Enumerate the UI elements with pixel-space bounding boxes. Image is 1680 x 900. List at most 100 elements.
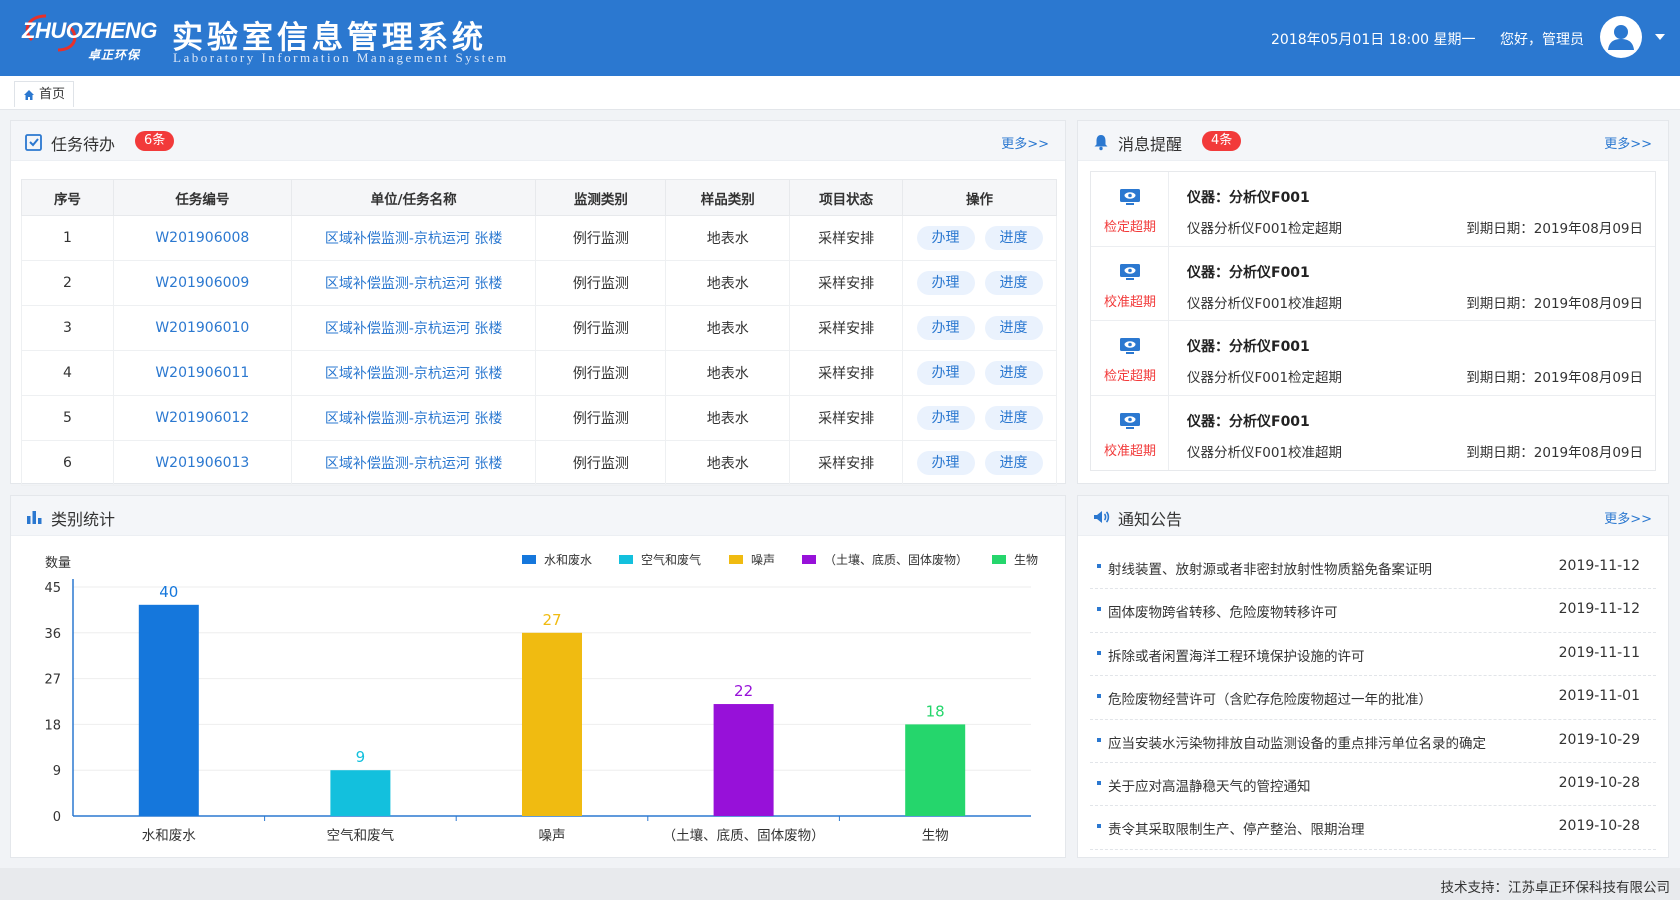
handle-button[interactable]: 办理 (916, 451, 975, 475)
bullet-icon (1097, 694, 1101, 699)
category-bar-chart: 0 9 18 27 36 45 数量 40 水和废水 9 空气和废气 27 噪声 22 （土壤、底质、固体废… (44, 552, 1038, 844)
handle-button[interactable]: 办理 (916, 361, 975, 385)
notice-item[interactable]: 应当安装水污染物排放自动监测设备的重点排污单位名录的确定 2019-10-29 (1090, 720, 1656, 763)
bullet-icon (1097, 564, 1101, 568)
handle-button[interactable]: 办理 (916, 406, 975, 430)
project-status: 采样安排 (789, 395, 904, 441)
task-name-link[interactable]: 区域补偿监测-京杭运河 张楼 (290, 260, 537, 306)
col-header: 序号 (21, 179, 114, 216)
message-description: 仪器分析仪F001校准超期 (1187, 295, 1343, 312)
legend-swatch (619, 555, 633, 564)
progress-button[interactable]: 进度 (984, 406, 1043, 430)
row-number: 3 (21, 305, 114, 351)
y-tick-label: 18 (44, 718, 61, 733)
message-title: 仪器：分析仪F001 (1187, 339, 1310, 355)
progress-button[interactable]: 进度 (984, 451, 1043, 475)
task-id-link[interactable]: W201906012 (112, 395, 292, 441)
messages-panel-header: 消息提醒 4条 更多>> (1078, 121, 1668, 161)
handle-button[interactable]: 办理 (916, 226, 975, 250)
x-tick-label: 生物 (922, 828, 949, 844)
monitor-eye-icon (1120, 189, 1140, 205)
sample-type: 地表水 (665, 305, 791, 351)
legend-swatch (522, 555, 536, 564)
task-name-link[interactable]: 区域补偿监测-京杭运河 张楼 (290, 350, 537, 396)
notices-panel: 通知公告 更多>> 射线装置、放射源或者非密封放射性物质豁免备案证明 2019-1… (1077, 495, 1669, 858)
legend-swatch (729, 555, 743, 564)
message-tag-cell: 校准超期 (1091, 395, 1169, 470)
task-name-link[interactable]: 区域补偿监测-京杭运河 张楼 (290, 305, 537, 351)
notices-more-link[interactable]: 更多>> (1604, 508, 1652, 527)
message-item[interactable]: 校准超期 仪器：分析仪F001 仪器分析仪F001校准超期 到期日期：2019年08月… (1091, 246, 1655, 321)
notice-title[interactable]: 固体废物跨省转移、危险废物转移许可 (1108, 601, 1338, 621)
notice-item[interactable]: 关于应对高温静稳天气的管控通知 2019-10-28 (1090, 763, 1656, 807)
top-header: ZHUOZHENG 卓正环保 实验室信息管理系统 Laboratory Info… (0, 0, 1680, 76)
message-title: 仪器：分析仪F001 (1187, 413, 1310, 430)
user-avatar[interactable] (1600, 16, 1642, 58)
monitor-eye-icon (1120, 263, 1140, 280)
table-row: 4 W201906011 区域补偿监测-京杭运河 张楼 例行监测 地表水 采样安排 办理 进度 (21, 350, 1057, 396)
notice-title[interactable]: 应当安装水污染物排放自动监测设备的重点排污单位名录的确定 (1108, 732, 1486, 752)
message-tag-cell: 检定超期 (1091, 172, 1169, 246)
monitor-eye-icon (1120, 338, 1140, 354)
bar-value-label: 40 (159, 583, 178, 601)
tasks-more-link[interactable]: 更多>> (1001, 133, 1049, 152)
tasks-panel: 任务待办 6条 更多>> 序号 任务编号 单位/任务名称 监测类别 样品类别 项… (10, 120, 1066, 486)
table-header-row: 序号 任务编号 单位/任务名称 监测类别 样品类别 项目状态 操作 (21, 179, 1057, 216)
message-item[interactable]: 检定超期 仪器：分析仪F001 仪器分析仪F001检定超期 到期日期：2019年08月… (1091, 321, 1655, 396)
notice-title[interactable]: 拆除或者闲置海洋工程环境保护设施的许可 (1108, 645, 1365, 665)
notice-item[interactable]: 危险废物经营许可（含贮存危险废物超过一年的批准） 2019-11-01 (1090, 676, 1656, 720)
row-actions: 办理 进度 (902, 440, 1057, 486)
progress-button[interactable]: 进度 (984, 226, 1043, 250)
handle-button[interactable]: 办理 (916, 271, 975, 295)
notice-title[interactable]: 关于应对高温静稳天气的管控通知 (1108, 775, 1311, 795)
progress-button[interactable]: 进度 (984, 271, 1043, 295)
brand-logo[interactable]: ZHUOZHENG 卓正环保 (18, 10, 157, 62)
y-tick-label: 45 (44, 581, 61, 596)
tab-home[interactable]: 首页 (14, 81, 75, 107)
row-number: 4 (21, 350, 114, 396)
col-header: 单位/任务名称 (290, 179, 537, 216)
legend-swatch (992, 555, 1006, 564)
messages-more-link[interactable]: 更多>> (1604, 133, 1652, 152)
task-id-link[interactable]: W201906008 (112, 215, 292, 261)
task-name-link[interactable]: 区域补偿监测-京杭运河 张楼 (290, 215, 537, 261)
task-id-link[interactable]: W201906013 (112, 440, 292, 486)
notice-item[interactable]: 固体废物跨省转移、危险废物转移许可 2019-11-12 (1090, 589, 1656, 633)
notice-item[interactable]: 射线装置、放射源或者非密封放射性物质豁免备案证明 2019-11-12 (1090, 546, 1656, 590)
task-id-link[interactable]: W201906011 (112, 350, 292, 396)
task-name-link[interactable]: 区域补偿监测-京杭运河 张楼 (290, 395, 537, 441)
message-item[interactable]: 校准超期 仪器：分析仪F001 仪器分析仪F001校准超期 到期日期：2019年08月… (1091, 395, 1655, 470)
notice-item[interactable]: 责令其采取限制生产、停产整治、限期治理 2019-10-28 (1090, 806, 1656, 850)
message-tag: 检定超期 (1103, 220, 1156, 235)
sample-type: 地表水 (665, 260, 791, 306)
message-item[interactable]: 检定超期 仪器：分析仪F001 仪器分析仪F001检定超期 到期日期：2019年08月… (1091, 172, 1655, 247)
user-icon (1608, 25, 1634, 50)
notice-list: 射线装置、放射源或者非密封放射性物质豁免备案证明 2019-11-12 固体废物跨省… (1090, 546, 1656, 850)
table-row: 1 W201906008 区域补偿监测-京杭运河 张楼 例行监测 地表水 采样安排 办理 进度 (21, 215, 1057, 261)
system-subtitle: Laboratory Information Management System (173, 50, 509, 65)
task-id-link[interactable]: W201906009 (112, 260, 292, 306)
task-id-link[interactable]: W201906010 (112, 305, 292, 351)
notice-title[interactable]: 责令其采取限制生产、停产整治、限期治理 (1108, 818, 1365, 838)
notice-item[interactable]: 拆除或者闲置海洋工程环境保护设施的许可 2019-11-11 (1090, 633, 1656, 677)
notices-title: 通知公告 (1118, 510, 1183, 529)
handle-button[interactable]: 办理 (916, 316, 975, 340)
progress-button[interactable]: 进度 (984, 316, 1043, 340)
notice-date: 2019-11-11 (1558, 644, 1640, 661)
notice-title[interactable]: 危险废物经营许可（含贮存危险废物超过一年的批准） (1108, 688, 1432, 708)
y-tick-label: 0 (53, 810, 61, 825)
messages-panel: 消息提醒 4条 更多>> 检定超期 仪器：分析仪F001 仪器分析仪F001检定超期… (1077, 120, 1669, 484)
user-menu-caret-icon[interactable] (1655, 34, 1665, 40)
message-tag-cell: 校准超期 (1091, 246, 1169, 320)
task-name-link[interactable]: 区域补偿监测-京杭运河 张楼 (290, 440, 537, 486)
notice-date: 2019-10-29 (1558, 731, 1640, 748)
footer: 技术支持：江苏卓正环保科技有限公司 (0, 868, 1680, 900)
y-tick-label: 27 (44, 673, 61, 688)
notice-date: 2019-11-12 (1558, 601, 1640, 618)
x-tick-label: 噪声 (539, 828, 566, 844)
bullet-icon (1097, 780, 1101, 785)
tasks-panel-header: 任务待办 6条 更多>> (11, 121, 1065, 161)
notice-title[interactable]: 射线装置、放射源或者非密封放射性物质豁免备案证明 (1108, 558, 1432, 578)
monitor-eye-icon (1120, 412, 1140, 429)
progress-button[interactable]: 进度 (984, 361, 1043, 385)
